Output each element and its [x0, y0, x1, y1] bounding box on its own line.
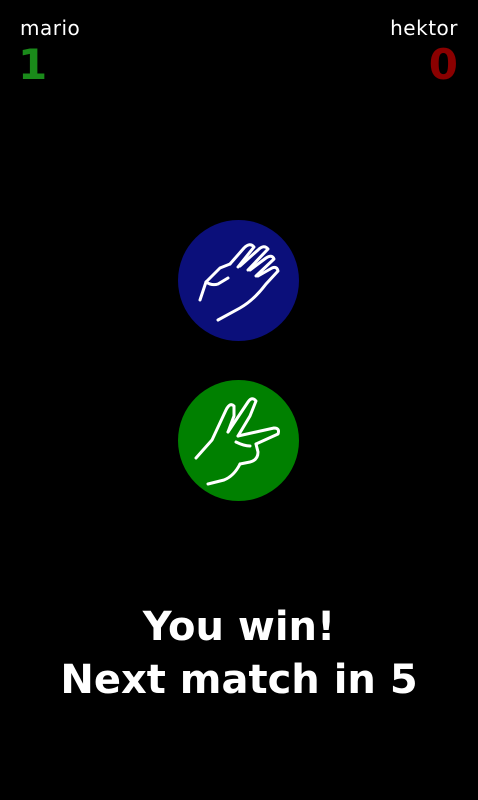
- player-right-score: 0: [428, 40, 458, 89]
- paper-hand-icon: [198, 243, 280, 322]
- opponent-move: [178, 220, 299, 341]
- player-move: [178, 380, 299, 501]
- next-match-countdown: Next match in 5: [60, 657, 418, 703]
- player-left-score: 1: [18, 40, 48, 89]
- result-headline: You win!: [142, 604, 336, 650]
- player-right-name: hektor: [390, 16, 458, 40]
- player-left-name: mario: [20, 16, 81, 40]
- scissors-hand-icon: [194, 397, 280, 486]
